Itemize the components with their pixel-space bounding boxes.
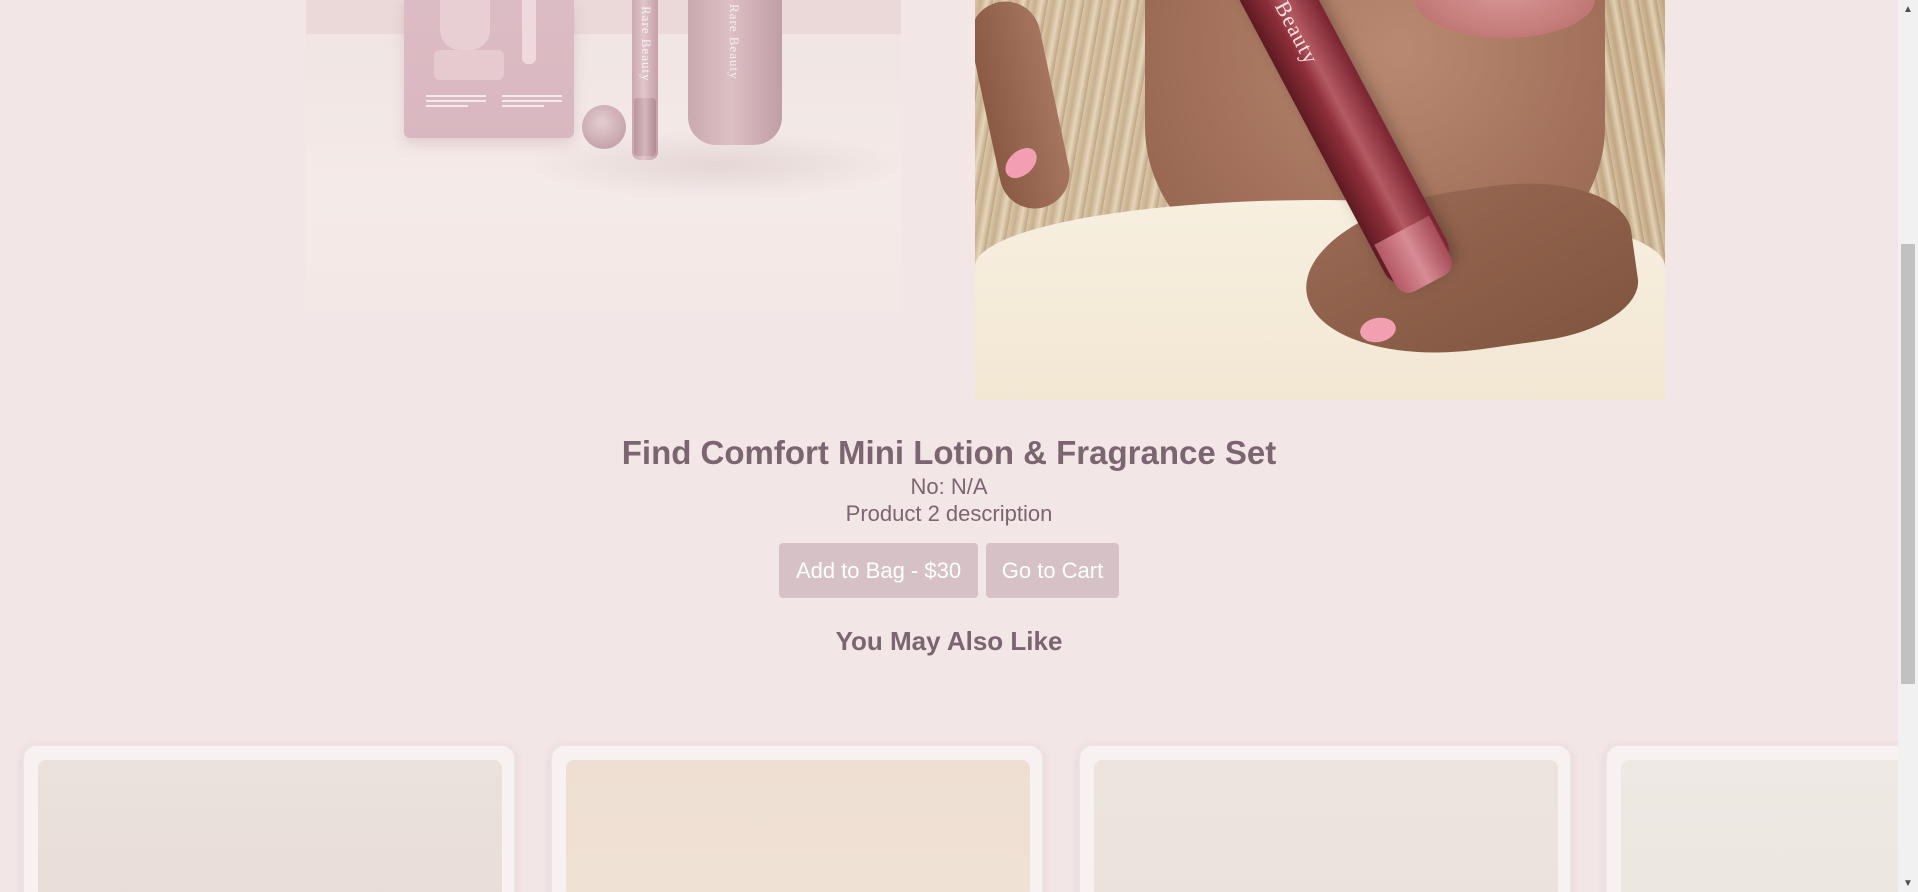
product-page: Rare Beauty Rare Beauty Rare Beauty Find…: [0, 0, 1918, 892]
image-roller-cap: [582, 105, 626, 149]
image-shelf: [306, 0, 901, 34]
recommendation-card[interactable]: [550, 744, 1044, 892]
image-brand-text: Rare Beauty: [639, 6, 654, 82]
product-image-set: Rare Beauty Rare Beauty: [306, 0, 901, 313]
image-tube-cap: [634, 98, 656, 156]
recommendation-card-image: [1621, 760, 1918, 892]
recommendation-card-image: [38, 760, 502, 892]
product-number: No: N/A: [910, 474, 988, 499]
product-image-model: Rare Beauty: [975, 0, 1665, 400]
go-to-cart-button[interactable]: Go to Cart: [986, 543, 1119, 598]
scroll-up-arrow-icon[interactable]: ▲: [1898, 0, 1918, 18]
recommendations-heading: You May Also Like: [835, 626, 1063, 656]
product-description: Product 2 description: [845, 501, 1053, 526]
recommendation-card-image: [1094, 760, 1558, 892]
image-brand-text: Rare Beauty: [727, 4, 742, 80]
product-actions: Add to Bag - $30 Go to Cart: [0, 543, 1898, 598]
image-lotion-bottle: Rare Beauty: [688, 0, 782, 145]
vertical-scrollbar[interactable]: ▲ ▼: [1898, 0, 1918, 892]
recommendation-card-image: [566, 760, 1030, 892]
product-title: Find Comfort Mini Lotion & Fragrance Set: [621, 434, 1277, 471]
recommendation-card[interactable]: [1605, 744, 1918, 892]
scrollbar-thumb[interactable]: [1901, 244, 1915, 684]
add-to-bag-button[interactable]: Add to Bag - $30: [779, 543, 978, 598]
recommendation-card[interactable]: [1078, 744, 1572, 892]
recommendation-card[interactable]: [22, 744, 516, 892]
image-gift-box: [404, 0, 574, 138]
scroll-down-arrow-icon[interactable]: ▼: [1898, 874, 1918, 892]
